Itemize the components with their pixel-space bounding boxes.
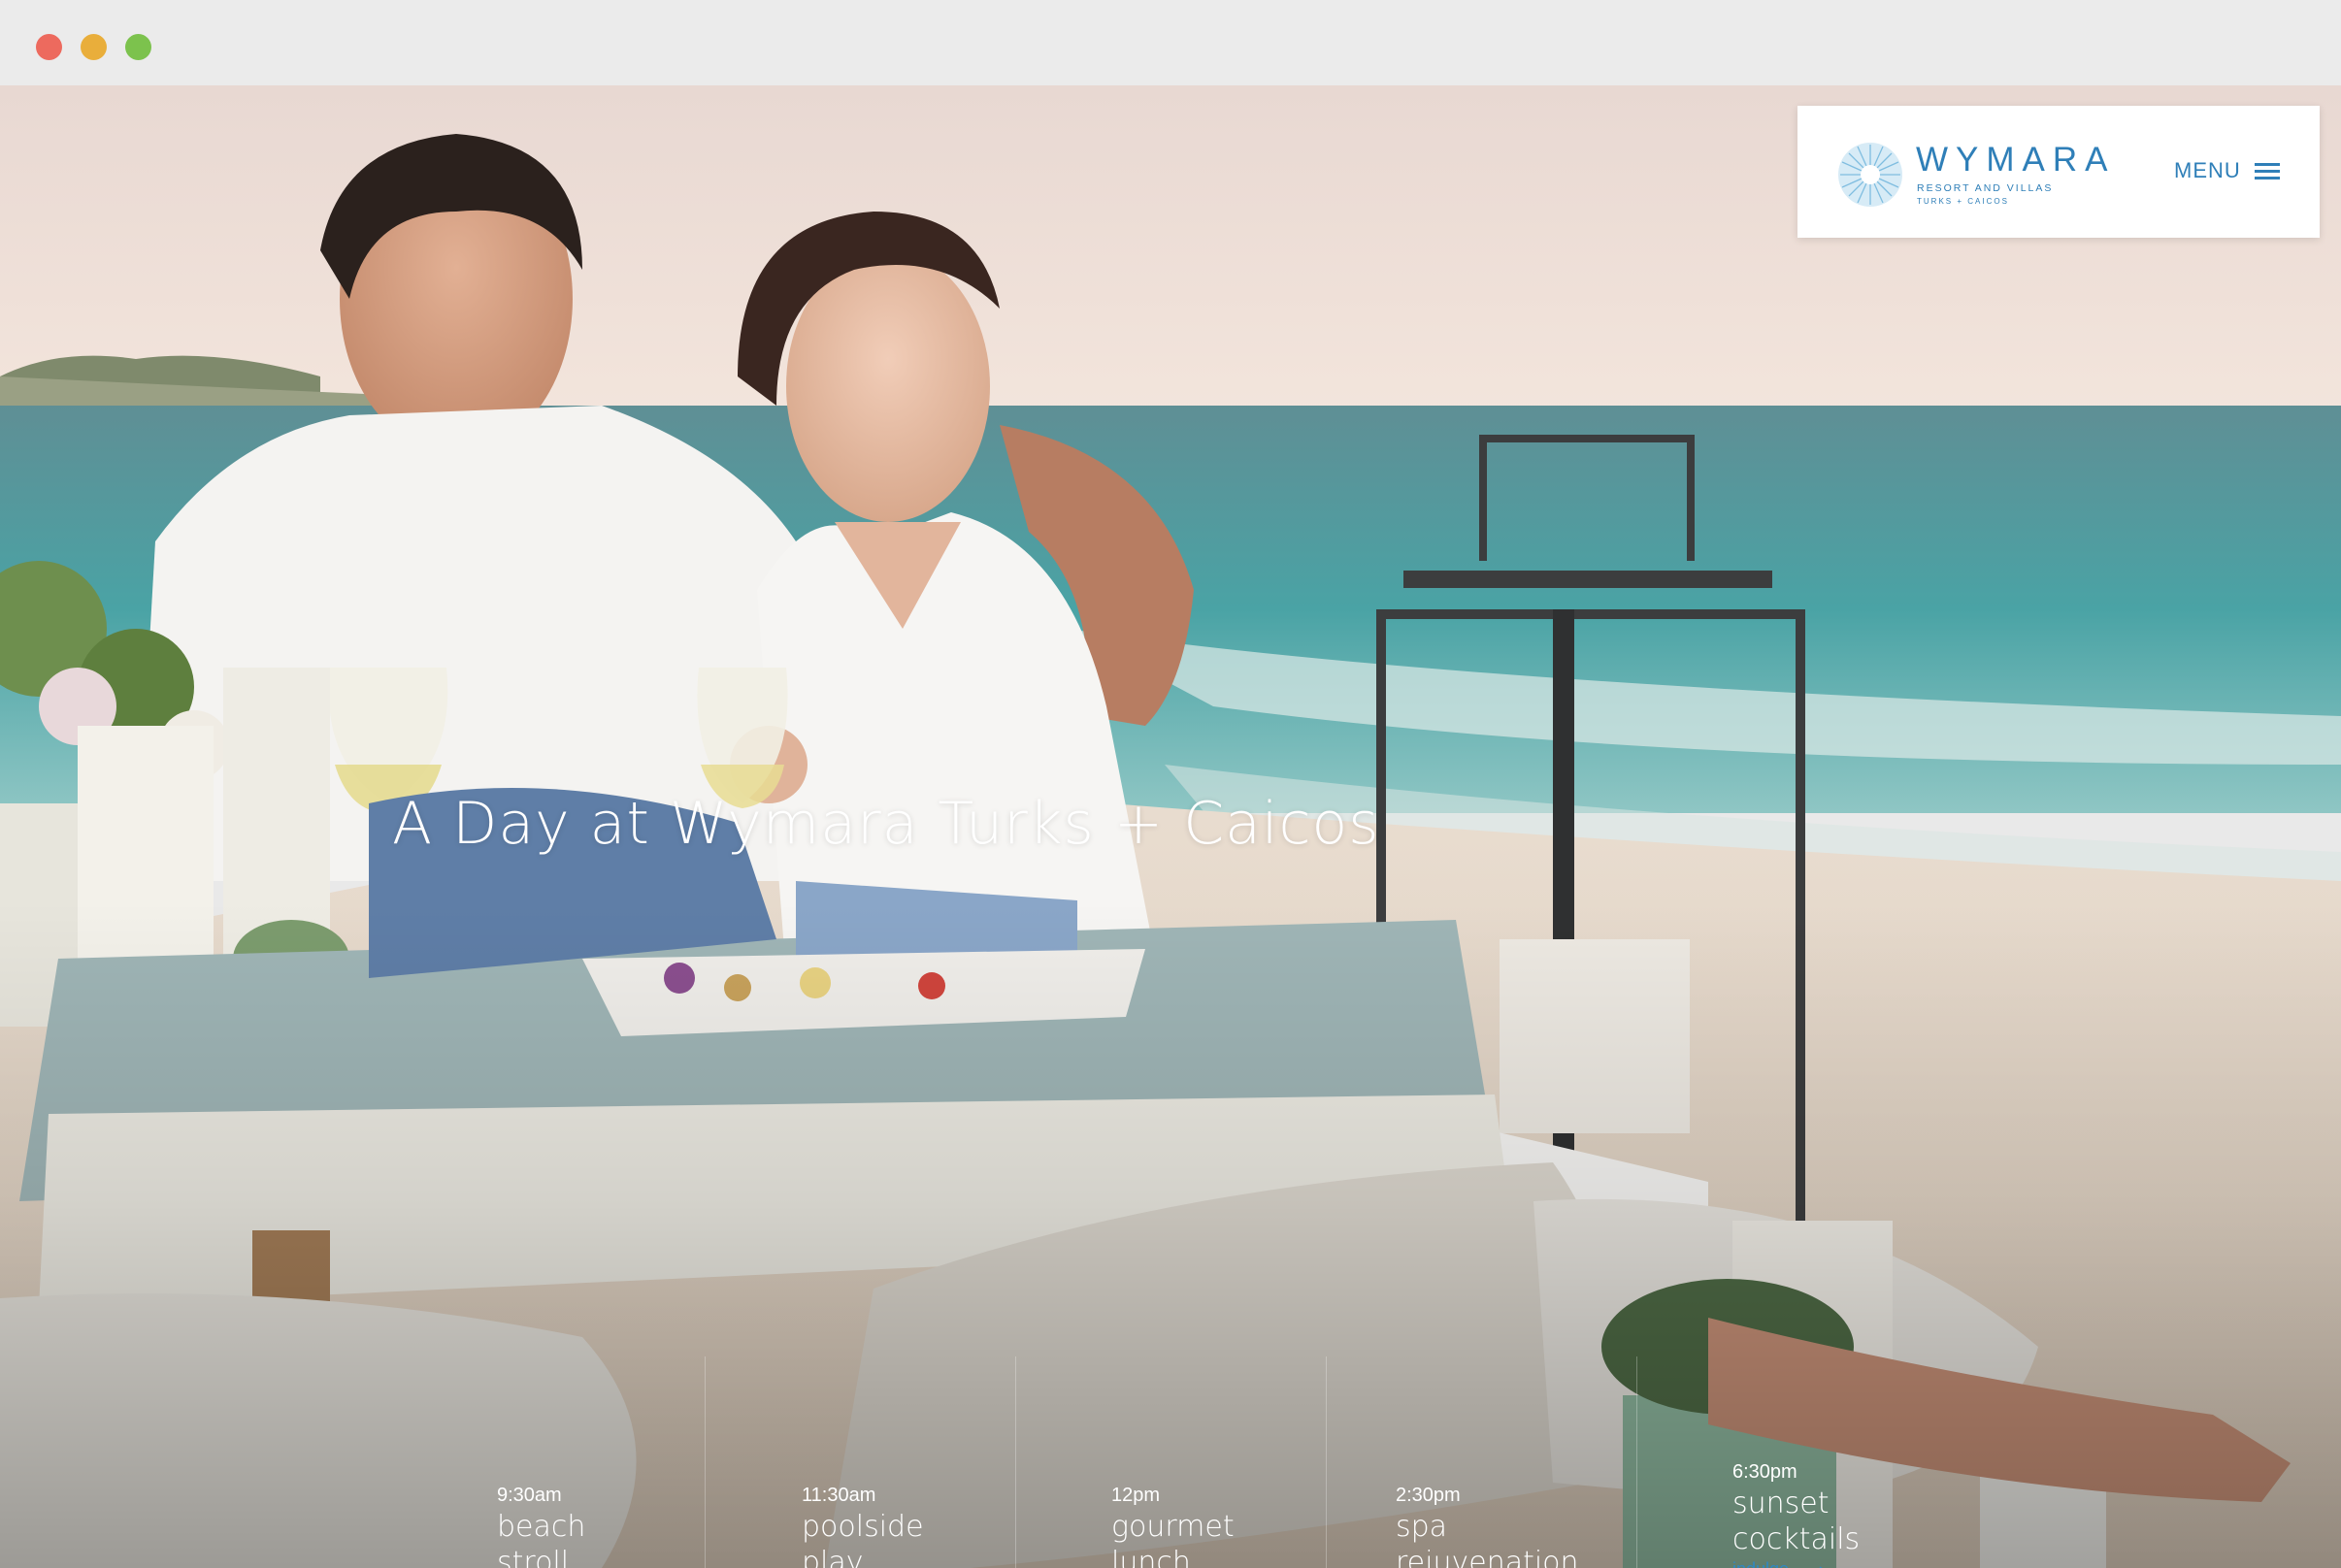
schedule-link-indulge[interactable]: indulge	[1732, 1559, 1826, 1568]
page-viewport: WYMARA RESORT AND VILLAS TURKS + CAICOS …	[0, 85, 2341, 1568]
browser-window: WYMARA RESORT AND VILLAS TURKS + CAICOS …	[0, 0, 2341, 1568]
site-header: WYMARA RESORT AND VILLAS TURKS + CAICOS …	[1797, 106, 2320, 238]
sunburst-logo-icon	[1838, 143, 1902, 207]
schedule-time: 11:30am	[802, 1485, 876, 1506]
menu-button[interactable]: MENU	[2174, 154, 2280, 187]
schedule-divider	[1636, 1356, 1637, 1568]
schedule-title-line1: spa	[1396, 1510, 1448, 1544]
wymara-logo[interactable]: WYMARA RESORT AND VILLAS TURKS + CAICOS	[1836, 135, 2127, 212]
schedule-time: 12pm	[1111, 1485, 1161, 1506]
minimize-window-button[interactable]	[81, 34, 107, 60]
zoom-window-button[interactable]	[125, 34, 151, 60]
schedule-title-line2: cocktails	[1732, 1522, 1861, 1556]
schedule-time: 9:30am	[497, 1485, 562, 1506]
logo-tagline: RESORT AND VILLAS	[1917, 182, 2054, 194]
close-window-button[interactable]	[36, 34, 62, 60]
schedule-title-line1: sunset	[1732, 1486, 1830, 1520]
logo-wordmark: WYMARA	[1916, 141, 2116, 179]
schedule-title-line1: poolside	[802, 1510, 924, 1544]
schedule-link-label: indulge	[1732, 1559, 1789, 1568]
schedule-divider	[1015, 1356, 1016, 1568]
day-schedule: 9:30am beach stroll explore 11:30am pool…	[0, 1356, 2341, 1568]
schedule-divider	[705, 1356, 706, 1568]
schedule-time: 2:30pm	[1396, 1485, 1461, 1506]
schedule-title-line2: rejuvenation	[1396, 1546, 1579, 1568]
schedule-title-line1: gourmet	[1111, 1510, 1235, 1544]
schedule-title-line2: stroll	[497, 1546, 570, 1568]
schedule-title-line2: play	[802, 1546, 864, 1568]
logo-location: TURKS + CAICOS	[1917, 197, 2009, 206]
hero-title: A Day at Wymara Turks + Caicos	[392, 790, 1380, 858]
window-titlebar	[0, 0, 2341, 85]
schedule-title-line2: lunch	[1111, 1546, 1191, 1568]
menu-label: MENU	[2174, 158, 2241, 182]
schedule-time: 6:30pm	[1732, 1461, 1797, 1483]
schedule-divider	[1326, 1356, 1327, 1568]
schedule-title-line1: beach	[497, 1510, 586, 1544]
hamburger-icon	[2254, 163, 2280, 180]
